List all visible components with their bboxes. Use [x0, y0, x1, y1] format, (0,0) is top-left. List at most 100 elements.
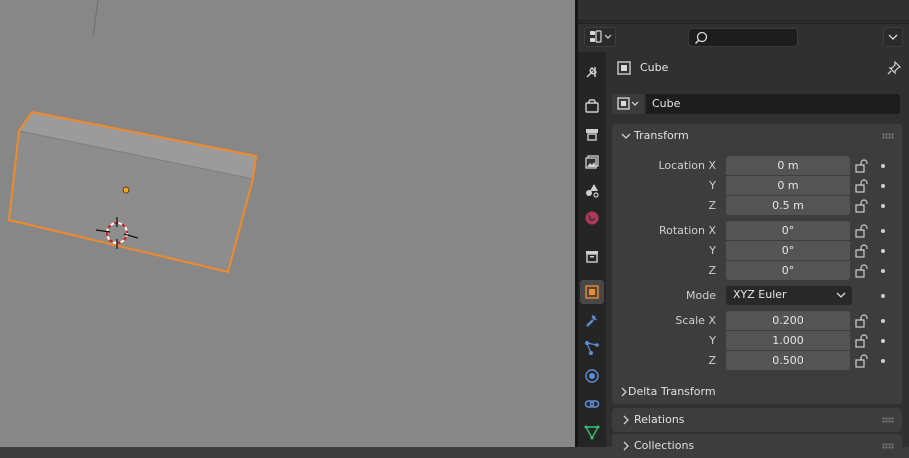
transform-panel: Transform Location X 0 m Y 0 m Z 0.5 m R… [612, 124, 902, 404]
pin-icon[interactable] [886, 60, 902, 76]
rotation-y-field[interactable]: 0° [726, 241, 850, 260]
object-name-field: Cube [612, 94, 900, 114]
keyframe-dot[interactable] [881, 339, 885, 343]
keyframe-dot[interactable] [881, 204, 885, 208]
transform-panel-title: Transform [634, 129, 689, 142]
unlock-icon[interactable] [854, 179, 870, 193]
unlock-icon[interactable] [854, 224, 870, 238]
object-icon [617, 61, 631, 75]
scale-z-row: Z 0.500 [612, 351, 902, 371]
tab-world[interactable] [580, 206, 604, 230]
chevron-down-icon [621, 133, 631, 139]
location-x-field[interactable]: 0 m [726, 156, 850, 175]
collections-panel-header[interactable]: Collections [612, 434, 902, 458]
tab-object-data[interactable] [580, 420, 604, 444]
properties-top-strip [578, 0, 909, 21]
tab-output[interactable] [580, 122, 604, 146]
rotation-mode-label: Mode [686, 289, 716, 302]
chevron-down-icon [888, 34, 898, 40]
output-icon [586, 129, 598, 141]
location-z-label: Z [708, 199, 716, 212]
delta-transform-subpanel[interactable]: Delta Transform [621, 380, 902, 404]
object-data-icon [584, 425, 600, 440]
tab-view-layer[interactable] [580, 150, 604, 174]
tab-object[interactable] [580, 280, 604, 304]
world-icon [585, 211, 599, 225]
chevron-right-icon [623, 441, 629, 451]
object-browse-button[interactable] [612, 94, 644, 114]
tab-scene[interactable] [580, 178, 604, 202]
tab-collection[interactable] [580, 244, 604, 268]
object-properties: Cube Cube Transform Location X 0 m Y 0 m… [612, 52, 909, 458]
options-dropdown-button[interactable] [883, 27, 903, 47]
tab-physics[interactable] [580, 364, 604, 388]
unlock-icon[interactable] [854, 354, 870, 368]
modifier-icon [586, 315, 597, 327]
drag-grip-icon[interactable] [882, 133, 894, 139]
rotation-mode-select[interactable]: XYZ Euler [726, 286, 852, 305]
keyframe-dot[interactable] [881, 319, 885, 323]
delta-transform-label: Delta Transform [628, 385, 716, 398]
transform-panel-header[interactable]: Transform [612, 124, 902, 148]
scale-x-row: Scale X 0.200 [612, 311, 902, 331]
object-icon [617, 97, 639, 110]
scale-x-field[interactable]: 0.200 [726, 311, 850, 330]
unlock-icon[interactable] [854, 334, 870, 348]
collection-icon [586, 251, 598, 263]
scale-y-field[interactable]: 1.000 [726, 331, 850, 350]
viewport-axis-line [92, 0, 99, 38]
relations-panel-header[interactable]: Relations [612, 408, 902, 432]
object-name-input[interactable]: Cube [646, 94, 900, 114]
editor-type-button[interactable] [584, 27, 616, 47]
keyframe-dot[interactable] [881, 164, 885, 168]
rotation-x-field[interactable]: 0° [726, 221, 850, 240]
properties-search-input[interactable] [688, 28, 798, 47]
drag-grip-icon[interactable] [882, 443, 894, 449]
object-origin[interactable] [122, 186, 130, 194]
tab-constraints[interactable] [580, 392, 604, 416]
scene-icon [586, 184, 599, 198]
unlock-icon[interactable] [854, 314, 870, 328]
scale-y-row: Y 1.000 [612, 331, 902, 351]
rotation-mode-value: XYZ Euler [733, 288, 787, 301]
tab-tool[interactable] [580, 60, 604, 84]
physics-icon [585, 369, 599, 383]
rotation-y-label: Y [709, 244, 716, 257]
unlock-icon[interactable] [854, 264, 870, 278]
rotation-x-label: Rotation X [658, 224, 716, 237]
keyframe-dot[interactable] [881, 294, 885, 298]
unlock-icon[interactable] [854, 159, 870, 173]
properties-header [578, 22, 909, 52]
rotation-z-field[interactable]: 0° [726, 261, 850, 280]
keyframe-dot[interactable] [881, 229, 885, 233]
location-x-row: Location X 0 m [612, 156, 902, 176]
scale-x-label: Scale X [675, 314, 716, 327]
location-x-label: Location X [658, 159, 716, 172]
rotation-y-row: Y 0° [612, 241, 902, 261]
view-layer-icon [585, 155, 599, 169]
keyframe-dot[interactable] [881, 249, 885, 253]
render-icon [585, 99, 599, 113]
rotation-z-label: Z [708, 264, 716, 277]
relations-panel[interactable]: Relations [612, 408, 902, 432]
unlock-icon[interactable] [854, 244, 870, 258]
keyframe-dot[interactable] [881, 359, 885, 363]
drag-grip-icon[interactable] [882, 417, 894, 423]
tab-particles[interactable] [580, 336, 604, 360]
3d-viewport[interactable] [0, 0, 575, 447]
chevron-right-icon [623, 415, 629, 425]
rotation-z-row: Z 0° [612, 261, 902, 281]
location-z-row: Z 0.5 m [612, 196, 902, 216]
tab-modifier[interactable] [580, 308, 604, 332]
location-y-field[interactable]: 0 m [726, 176, 850, 195]
tab-render[interactable] [580, 94, 604, 118]
location-z-field[interactable]: 0.5 m [726, 196, 850, 215]
collections-panel[interactable]: Collections [612, 434, 902, 458]
scale-z-label: Z [708, 354, 716, 367]
keyframe-dot[interactable] [881, 269, 885, 273]
properties-editor: Cube Cube Transform Location X 0 m Y 0 m… [578, 0, 909, 458]
unlock-icon[interactable] [854, 199, 870, 213]
scale-z-field[interactable]: 0.500 [726, 351, 850, 370]
tool-icon [586, 67, 597, 78]
keyframe-dot[interactable] [881, 184, 885, 188]
